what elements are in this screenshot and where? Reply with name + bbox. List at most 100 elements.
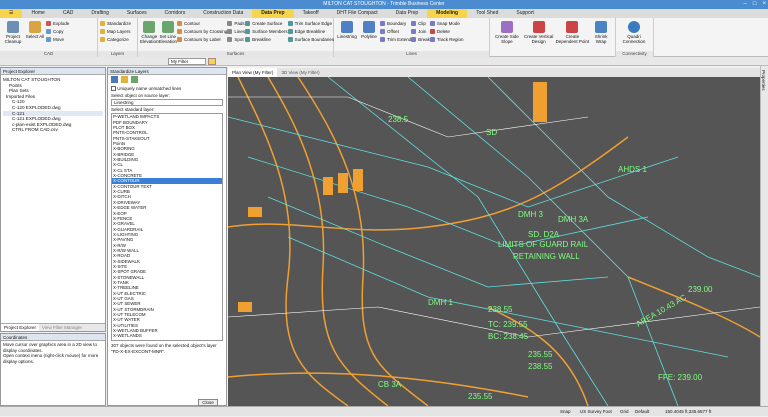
- tab-view-filter-manager[interactable]: View Filter Manager: [39, 324, 85, 331]
- group-side: Create Side Slope Create Vertical Design…: [490, 18, 616, 57]
- select-all-label: Select All: [25, 34, 45, 39]
- tab-takeoff[interactable]: Takeoff: [294, 9, 328, 18]
- join-button[interactable]: Join: [411, 28, 430, 35]
- create-side-slope-button[interactable]: Create Side Slope: [492, 19, 522, 56]
- tab-surfaces[interactable]: Surfaces: [118, 9, 156, 18]
- surface-members-label: Surface Members: [252, 29, 288, 34]
- layer-icon[interactable]: [111, 76, 118, 83]
- tab-project-explorer[interactable]: Project Explorer: [1, 324, 40, 331]
- explode-button[interactable]: Explode: [46, 20, 69, 27]
- snap-mode-icon: [429, 21, 435, 26]
- tab-tool-shed[interactable]: Tool Shed: [467, 9, 507, 18]
- contours-by-crossing-button[interactable]: Contours by Crossing: [177, 28, 227, 35]
- break-button[interactable]: Break: [411, 36, 430, 43]
- source-field[interactable]: Linestring: [111, 99, 223, 107]
- label-sd-d2a: SD. D2A: [528, 230, 560, 239]
- label-elevation: 238.5: [388, 115, 409, 124]
- group-cad: Project Cleanup Select All Explode Copy …: [0, 18, 98, 57]
- breakline-button[interactable]: Breakline: [245, 36, 288, 43]
- edge-breakline-button[interactable]: Edge Breakline: [287, 28, 335, 35]
- join-label: Join: [418, 29, 427, 34]
- members-icon: [245, 29, 251, 34]
- unique-name-checkbox[interactable]: [111, 86, 116, 92]
- linestring-icon: [341, 21, 353, 33]
- view-filter-select[interactable]: My Filter: [168, 58, 206, 65]
- tab-cad[interactable]: CAD: [54, 9, 83, 18]
- close-button[interactable]: Close: [198, 399, 218, 406]
- boundaries-icon: [287, 37, 293, 42]
- tree-item-ctrl-csv[interactable]: CTRL FROM CAD.csv: [3, 127, 103, 133]
- surface-boundaries-button[interactable]: Surface Boundaries: [287, 36, 334, 43]
- pads-button[interactable]: Pads: [227, 20, 245, 27]
- tab-construction-data[interactable]: Construction Data: [194, 9, 252, 18]
- tab-data-prep-2[interactable]: Data Prep: [387, 9, 428, 18]
- snap-mode-button[interactable]: Snap Mode: [429, 20, 464, 27]
- boundary-button[interactable]: Boundary: [380, 20, 411, 27]
- tab-plan-view[interactable]: Plan View (My Filter): [228, 68, 278, 77]
- tab-drafting[interactable]: Drafting: [82, 9, 118, 18]
- categorize-button[interactable]: Categorize: [100, 36, 131, 43]
- explode-icon: [46, 21, 51, 26]
- tab-corridors[interactable]: Corridors: [156, 9, 195, 18]
- project-explorer-panel: Project Explorer MILTON CAT STOUGHTON Po…: [0, 67, 106, 332]
- tab-3d-view[interactable]: 3D View (My Filter): [277, 68, 323, 77]
- contour-button[interactable]: Contour: [177, 20, 227, 27]
- track-region-button[interactable]: Track Region: [429, 36, 463, 43]
- move-button[interactable]: Move: [46, 36, 69, 43]
- maximize-icon[interactable]: □: [753, 0, 757, 9]
- tab-dht-file-compact[interactable]: DHT File Compact: [328, 9, 387, 18]
- apply-icon[interactable]: [131, 76, 138, 83]
- surface-members-button[interactable]: Surface Members: [245, 28, 288, 35]
- polyline-label: Polyline: [361, 34, 377, 39]
- map-layers-button[interactable]: Map Layers: [100, 28, 131, 35]
- elevation-icon: [143, 21, 156, 33]
- group-surfaces: Change Elevation Set Line Elevation Cont…: [138, 18, 334, 57]
- objects-found-text: 307 objects were found on the selected o…: [111, 343, 217, 354]
- unique-name-row: Uniquely name unmatched lines: [108, 85, 226, 92]
- create-dependent-point-button[interactable]: Create Dependent Point: [555, 19, 589, 56]
- filter-icon[interactable]: [208, 58, 216, 65]
- label-guard-rail: LIMITS OF GUARD RAIL: [498, 240, 589, 249]
- spot-button[interactable]: Spot: [227, 36, 245, 43]
- tab-home[interactable]: Home: [22, 9, 53, 18]
- minimize-icon[interactable]: –: [744, 0, 747, 9]
- tab-data-prep[interactable]: Data Prep: [252, 9, 294, 18]
- offset-button[interactable]: Offset: [380, 28, 411, 35]
- lines-button[interactable]: Lines: [227, 28, 245, 35]
- lines-icon: [227, 29, 233, 34]
- contours-by-label-button[interactable]: Contours by Label: [177, 36, 227, 43]
- standardize-button[interactable]: Standardize: [100, 20, 131, 27]
- copy-button[interactable]: Copy: [46, 28, 69, 35]
- spot-icon: [227, 37, 233, 42]
- standardize-icons: [108, 75, 226, 85]
- delete-button[interactable]: Delete: [429, 28, 464, 35]
- tab-modeling[interactable]: Modeling: [427, 9, 468, 18]
- file-tab[interactable]: ☰: [0, 9, 23, 18]
- orange-block: [238, 302, 252, 312]
- project-tree: MILTON CAT STOUGHTON Points Plan Sets Im…: [1, 75, 105, 135]
- quick-toolbar: My Filter: [0, 57, 768, 66]
- map-icon[interactable]: [121, 76, 128, 83]
- spot-label: Spot: [234, 37, 244, 42]
- standard-layer-list[interactable]: P-WETLAND IMPACTS PDF BOUNDARY PLOT BOX PNT…: [111, 113, 223, 342]
- close-icon[interactable]: ×: [762, 0, 766, 9]
- create-surface-button[interactable]: Create Surface: [245, 20, 288, 27]
- standardize-header: Standardize Layers: [108, 68, 226, 75]
- trim-surface-edge-button[interactable]: Trim Surface Edge: [287, 20, 335, 27]
- crossing-icon: [177, 29, 183, 34]
- plan-view-canvas[interactable]: 238.5 SD AHDS 1 DMH 3 DMH 3A SD. D2A LIM…: [228, 77, 760, 406]
- shrink-wrap-label: Shrink Wrap: [594, 34, 608, 44]
- tab-support[interactable]: Support: [507, 9, 543, 18]
- clip-button[interactable]: Clip: [411, 20, 430, 27]
- ribbon: Project Cleanup Select All Explode Copy …: [0, 18, 768, 57]
- properties-strip[interactable]: Properties: [760, 66, 768, 406]
- layer-list-item[interactable]: X-WETLANDS: [112, 333, 222, 338]
- create-vertical-design-button[interactable]: Create Vertical Design: [522, 19, 556, 56]
- trim-extend-button[interactable]: Trim Extend: [380, 36, 411, 43]
- cleanup-icon: [7, 21, 19, 33]
- edge-breakline-icon: [287, 29, 293, 34]
- status-bar: Snap US Survey Foot Grid Default 150.404…: [0, 406, 768, 416]
- shrink-wrap-button[interactable]: Shrink Wrap: [589, 19, 613, 56]
- contours-by-crossing-label: Contours by Crossing: [184, 29, 228, 34]
- boundary-icon: [380, 21, 385, 26]
